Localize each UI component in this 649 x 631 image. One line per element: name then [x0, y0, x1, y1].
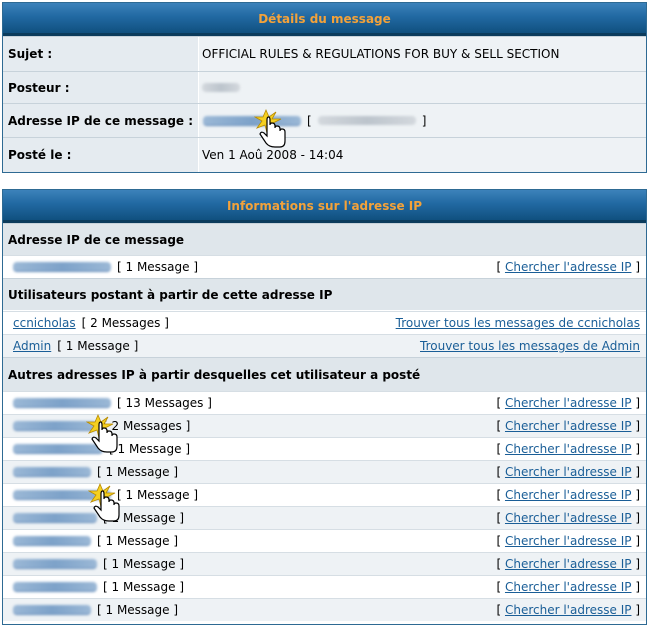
find-posts-ccnicholas[interactable]: Trouver tous les messages de ccnicholas: [396, 316, 640, 330]
posted-row: Posté le : Ven 1 Aoû 2008 - 14:04: [3, 137, 646, 172]
other-ip-count: [ 1 Message ]: [97, 534, 179, 548]
section-other-ips: Autres adresses IP à partir desquelles c…: [3, 357, 646, 391]
hand-cursor-icon: [254, 108, 286, 148]
find-posts-admin[interactable]: Trouver tous les messages de Admin: [420, 339, 640, 353]
poster-label: Posteur :: [3, 72, 198, 103]
search-ip-wrap: [ Chercher l'adresse IP ]: [496, 419, 640, 433]
search-ip-link[interactable]: Chercher l'adresse IP: [505, 557, 632, 571]
ip-info-panel: Informations sur l'adresse IP Adresse IP…: [2, 189, 647, 625]
search-ip-wrap: [ Chercher l'adresse IP ]: [496, 603, 640, 617]
other-ip-count: [ 13 Messages ]: [117, 396, 212, 410]
search-ip-link[interactable]: Chercher l'adresse IP: [505, 511, 632, 525]
hand-cursor-icon: [86, 413, 118, 453]
posted-label: Posté le :: [3, 138, 198, 172]
other-ip-row: [ 1 Message ] [ Chercher l'adresse IP ]: [3, 552, 646, 575]
poster-row: Posteur :: [3, 71, 646, 103]
search-ip-link[interactable]: Chercher l'adresse IP: [505, 534, 632, 548]
ip-bracket-close: ]: [421, 113, 427, 128]
other-ip-link[interactable]: [13, 559, 97, 569]
search-ip-link[interactable]: Chercher l'adresse IP: [505, 396, 632, 410]
other-ip-link[interactable]: [13, 467, 91, 477]
search-ip-link[interactable]: Chercher l'adresse IP: [505, 260, 632, 274]
other-ip-row: [ 13 Messages ] [ Chercher l'adresse IP ]: [3, 391, 646, 414]
other-ip-row: [ 1 Message ] [ Chercher l'adresse IP ]: [3, 460, 646, 483]
search-ip-link[interactable]: Chercher l'adresse IP: [505, 465, 632, 479]
hand-cursor-icon: [88, 482, 120, 522]
poster-name-redacted: [202, 83, 240, 92]
user-count: [ 2 Messages ]: [81, 316, 169, 330]
search-ip-wrap: [ Chercher l'adresse IP ]: [496, 260, 640, 274]
ip-bracket-open: [: [307, 113, 312, 128]
section-this-ip: Adresse IP de ce message: [3, 223, 646, 255]
search-ip-link[interactable]: Chercher l'adresse IP: [505, 603, 632, 617]
search-ip-wrap: [ Chercher l'adresse IP ]: [496, 488, 640, 502]
subject-value: OFFICIAL RULES & REGULATIONS FOR BUY & S…: [199, 37, 646, 71]
this-ip-count: [ 1 Message ]: [117, 260, 199, 274]
search-ip-wrap: [ Chercher l'adresse IP ]: [496, 442, 640, 456]
search-ip-wrap: [ Chercher l'adresse IP ]: [496, 465, 640, 479]
search-ip-wrap: [ Chercher l'adresse IP ]: [496, 580, 640, 594]
subject-label: Sujet :: [3, 37, 198, 71]
subject-row: Sujet : OFFICIAL RULES & REGULATIONS FOR…: [3, 36, 646, 71]
other-ip-link[interactable]: [13, 582, 97, 592]
other-ip-count: [ 1 Message ]: [117, 488, 199, 502]
other-ip-link[interactable]: [13, 605, 91, 615]
ip-row: Adresse IP de ce message : [ ]: [3, 103, 646, 137]
ip-info-title: Informations sur l'adresse IP: [3, 190, 646, 223]
search-ip-wrap: [ Chercher l'adresse IP ]: [496, 396, 640, 410]
other-ip-count: [ 1 Message ]: [97, 465, 179, 479]
user-row: ccnicholas [ 2 Messages ] Trouver tous l…: [3, 311, 646, 334]
search-ip-link[interactable]: Chercher l'adresse IP: [505, 419, 632, 433]
search-ip-wrap: [ Chercher l'adresse IP ]: [496, 534, 640, 548]
user-count: [ 1 Message ]: [57, 339, 139, 353]
search-ip-link[interactable]: Chercher l'adresse IP: [505, 580, 632, 594]
other-ip-count: [ 1 Message ]: [103, 557, 185, 571]
other-ip-link[interactable]: [13, 398, 111, 408]
message-details-title: Détails du message: [3, 3, 646, 36]
search-ip-wrap: [ Chercher l'adresse IP ]: [496, 557, 640, 571]
other-ip-row: [ 1 Message ] [ Chercher l'adresse IP ]: [3, 598, 646, 621]
message-details-panel: Détails du message Sujet : OFFICIAL RULE…: [2, 2, 647, 173]
other-ip-row: [ 1 Message ] [ Chercher l'adresse IP ]: [3, 529, 646, 552]
other-ip-link[interactable]: [13, 536, 91, 546]
this-ip-link[interactable]: [13, 262, 111, 272]
ip-hostname-redacted: [317, 116, 416, 125]
section-users: Utilisateurs postant à partir de cette a…: [3, 278, 646, 310]
poster-value: [199, 72, 646, 103]
user-link-admin[interactable]: Admin: [13, 339, 51, 353]
search-ip-link[interactable]: Chercher l'adresse IP: [505, 488, 632, 502]
other-ip-link[interactable]: [13, 421, 97, 431]
other-ip-count: [ 1 Message ]: [103, 580, 185, 594]
search-ip-link[interactable]: Chercher l'adresse IP: [505, 442, 632, 456]
user-row: Admin [ 1 Message ] Trouver tous les mes…: [3, 334, 646, 357]
other-ip-link[interactable]: [13, 513, 97, 523]
other-ip-count: [ 1 Message ]: [97, 603, 179, 617]
user-link-ccnicholas[interactable]: ccnicholas: [13, 316, 76, 330]
other-ip-row: [ 1 Message ] [ Chercher l'adresse IP ]: [3, 575, 646, 598]
ip-label: Adresse IP de ce message :: [3, 104, 198, 137]
search-ip-wrap: [ Chercher l'adresse IP ]: [496, 511, 640, 525]
this-ip-row: [ 1 Message ] [ Chercher l'adresse IP ]: [3, 255, 646, 278]
